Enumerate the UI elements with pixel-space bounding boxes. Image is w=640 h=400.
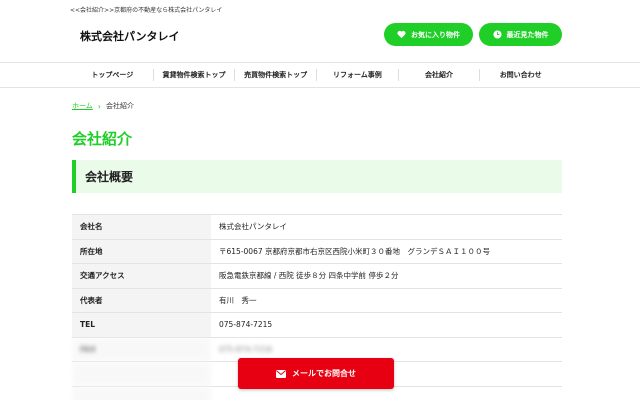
mail-contact-button[interactable]: メールでお問合せ bbox=[238, 358, 394, 389]
breadcrumb: ホーム › 会社紹介 bbox=[72, 101, 134, 111]
row-value: 有川 秀一 bbox=[219, 295, 257, 305]
mail-contact-label: メールでお問合せ bbox=[292, 369, 356, 378]
row-label: 会社名 bbox=[72, 215, 211, 239]
breadcrumb-current: 会社紹介 bbox=[106, 102, 134, 110]
nav-item-top[interactable]: トップページ bbox=[72, 69, 153, 81]
favorites-label: お気に入り物件 bbox=[411, 30, 460, 39]
row-label: 所在地 bbox=[72, 239, 211, 263]
table-row: 所在地 〒615-0067 京都府京都市右京区西院小米町３０番地 グランデＳＡＩ… bbox=[72, 239, 562, 264]
row-value: 075-874-7215 bbox=[219, 320, 273, 330]
heart-icon bbox=[397, 30, 406, 39]
row-label: 交通アクセス bbox=[72, 264, 211, 288]
recent-viewed-button[interactable]: 最近見た物件 bbox=[479, 23, 562, 46]
global-nav: トップページ 賃貸物件検索トップ 売買物件検索トップ リフォーム事例 会社紹介 … bbox=[72, 63, 561, 87]
recent-viewed-label: 最近見た物件 bbox=[506, 30, 549, 39]
table-row: 代表者 有川 秀一 bbox=[72, 288, 562, 313]
row-value: 阪急電鉄京都線 / 西院 徒歩８分 四条中学前 停歩２分 bbox=[219, 271, 399, 281]
nav-item-contact[interactable]: お問い合わせ bbox=[479, 69, 561, 81]
favorites-button[interactable]: お気に入り物件 bbox=[384, 23, 473, 46]
table-row: 交通アクセス 阪急電鉄京都線 / 西院 徒歩８分 四条中学前 停歩２分 bbox=[72, 264, 562, 289]
site-logo[interactable]: 株式会社パンタレイ bbox=[80, 28, 180, 44]
nav-item-rental-search[interactable]: 賃貸物件検索トップ bbox=[152, 69, 235, 81]
table-row: TEL 075-874-7215 bbox=[72, 313, 562, 338]
breadcrumb-home-link[interactable]: ホーム bbox=[72, 101, 93, 111]
row-value: 〒615-0067 京都府京都市右京区西院小米町３０番地 グランデＳＡＩ１００号 bbox=[219, 246, 490, 256]
row-label bbox=[72, 386, 211, 400]
envelope-icon bbox=[276, 369, 286, 378]
clock-icon bbox=[492, 30, 502, 39]
row-label: FAX bbox=[72, 337, 211, 361]
row-value: 株式会社パンタレイ bbox=[219, 222, 287, 232]
section-title: 会社概要 bbox=[72, 160, 562, 193]
nav-item-reform[interactable]: リフォーム事例 bbox=[316, 69, 398, 81]
header-tagline: <<会社紹介>>京都府の不動産なら株式会社パンタレイ bbox=[70, 7, 223, 14]
nav-item-sale-search[interactable]: 売買物件検索トップ bbox=[234, 69, 316, 81]
row-label bbox=[72, 362, 211, 386]
nav-divider bbox=[0, 87, 640, 88]
table-row: 会社名 株式会社パンタレイ bbox=[72, 215, 562, 240]
chevron-right-icon: › bbox=[97, 101, 101, 111]
row-label: TEL bbox=[72, 313, 211, 337]
row-label: 代表者 bbox=[72, 288, 211, 312]
page-title: 会社紹介 bbox=[72, 130, 133, 148]
nav-item-company[interactable]: 会社紹介 bbox=[397, 69, 480, 81]
